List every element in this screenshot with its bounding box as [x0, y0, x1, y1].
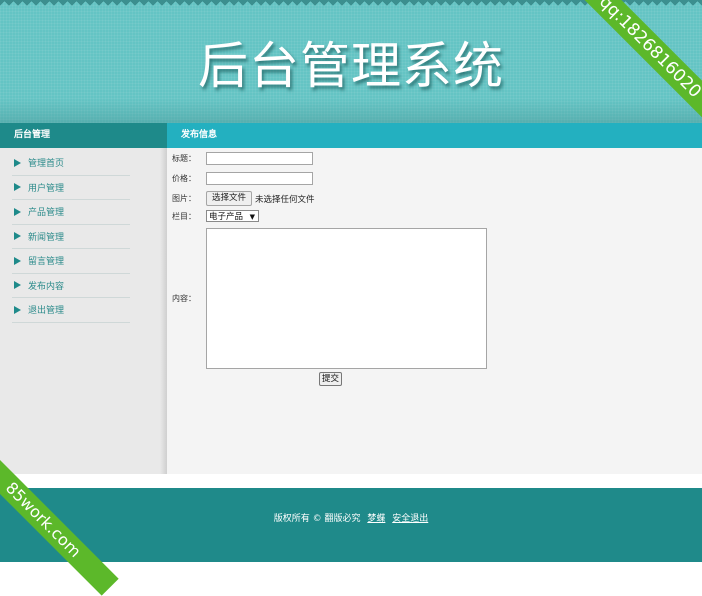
content-row: 内容：	[172, 293, 206, 304]
author-link[interactable]: 梦蝶	[367, 514, 385, 524]
caret-down-icon: ▼	[249, 213, 255, 221]
content-textarea[interactable]	[206, 228, 487, 369]
sidebar-item-publish[interactable]: 发布内容	[12, 274, 130, 298]
price-input[interactable]	[206, 172, 313, 185]
main-title: 发布信息	[167, 123, 702, 148]
column-selected-value: 电子产品	[209, 212, 244, 222]
column-row: 栏目： 电子产品 ▼	[172, 210, 259, 222]
arrow-right-icon	[14, 305, 21, 314]
header-shade	[0, 99, 702, 123]
sidebar-item-products[interactable]: 产品管理	[12, 200, 130, 225]
image-row: 图片： 选择文件 未选择任何文件	[172, 191, 315, 206]
footer: 版权所有 © 翻版必究 梦蝶 安全退出	[0, 488, 702, 562]
copyright-text: 版权所有 © 翻版必究	[273, 514, 361, 524]
sidebar-item-label: 留言管理	[28, 257, 65, 268]
arrow-right-icon	[14, 183, 21, 192]
sidebar-item-news[interactable]: 新闻管理	[12, 225, 130, 249]
content-label: 内容：	[172, 294, 196, 303]
arrow-right-icon	[14, 207, 21, 216]
sidebar: 后台管理 管理首页 用户管理 产品管理 新闻管理 留言管理 发布内容 退出管理	[0, 123, 167, 474]
image-label: 图片：	[172, 194, 196, 203]
sidebar-item-home[interactable]: 管理首页	[12, 151, 130, 176]
arrow-right-icon	[14, 232, 21, 241]
sidebar-item-label: 产品管理	[28, 208, 65, 219]
sidebar-menu: 管理首页 用户管理 产品管理 新闻管理 留言管理 发布内容 退出管理	[0, 148, 167, 323]
sidebar-item-messages[interactable]: 留言管理	[12, 249, 130, 274]
title-label: 标题：	[172, 154, 196, 163]
sidebar-item-label: 管理首页	[28, 159, 65, 170]
site-title: 后台管理系统	[198, 37, 504, 95]
sidebar-item-logout[interactable]: 退出管理	[12, 298, 130, 323]
logout-link[interactable]: 安全退出	[392, 514, 428, 524]
choose-file-button[interactable]: 选择文件	[206, 191, 253, 206]
arrow-right-icon	[14, 256, 21, 265]
price-row: 价格：	[172, 172, 313, 185]
file-status: 未选择任何文件	[255, 194, 315, 205]
sidebar-title: 后台管理	[0, 123, 167, 148]
price-label: 价格：	[172, 174, 196, 183]
sidebar-item-label: 退出管理	[28, 306, 65, 317]
header-banner: 后台管理系统	[0, 0, 702, 123]
title-input[interactable]	[206, 152, 313, 165]
sidebar-item-label: 发布内容	[28, 281, 65, 292]
column-select[interactable]: 电子产品 ▼	[206, 210, 259, 222]
submit-button[interactable]: 提交	[319, 372, 343, 386]
title-row: 标题：	[172, 152, 313, 165]
main-panel: 发布信息 标题： 价格： 图片： 选择文件 未选择任何文件 栏目： 电子产品 ▼…	[167, 123, 702, 474]
sidebar-item-users[interactable]: 用户管理	[12, 176, 130, 200]
sidebar-item-label: 新闻管理	[28, 232, 65, 243]
arrow-right-icon	[14, 281, 21, 290]
column-label: 栏目：	[172, 211, 196, 221]
sidebar-item-label: 用户管理	[28, 183, 65, 194]
arrow-right-icon	[14, 158, 21, 167]
footer-text: 版权所有 © 翻版必究 梦蝶 安全退出	[0, 511, 702, 524]
